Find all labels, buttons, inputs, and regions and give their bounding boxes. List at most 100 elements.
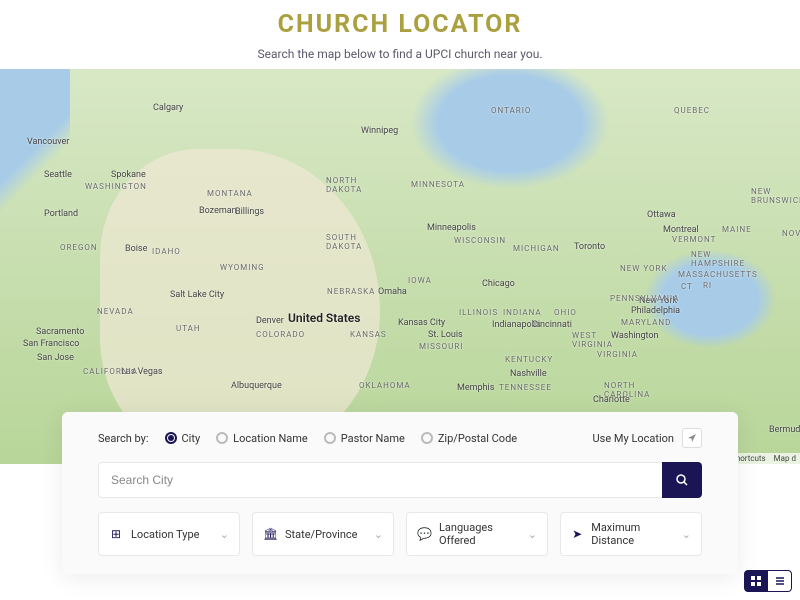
city-label: San Jose <box>37 353 74 363</box>
search-by-radio[interactable]: City <box>165 432 201 445</box>
search-panel: Search by: CityLocation NamePastor NameZ… <box>62 412 738 574</box>
city-label: Ottawa <box>647 210 676 220</box>
region-label: NEWBRUNSWICK <box>751 187 800 205</box>
building-icon: 🏛 <box>263 527 277 541</box>
search-by-radio[interactable]: Zip/Postal Code <box>421 432 517 445</box>
region-label: IDAHO <box>152 247 181 256</box>
page-title: CHURCH LOCATOR <box>0 10 800 39</box>
list-icon <box>774 575 786 587</box>
city-label: Salt Lake City <box>170 290 224 300</box>
city-label: Denver <box>256 316 284 326</box>
city-label: Spokane <box>111 170 146 180</box>
city-label: Washington <box>611 331 659 341</box>
list-view-button[interactable] <box>768 570 792 592</box>
chevron-down-icon: ⌄ <box>220 528 229 541</box>
region-label: OHIO <box>554 308 577 317</box>
region-label: ONTARIO <box>491 106 531 115</box>
city-label: Calgary <box>153 103 183 113</box>
city-label: Seattle <box>44 170 72 180</box>
city-label: Sacramento <box>36 327 84 337</box>
page-header: CHURCH LOCATOR Search the map below to f… <box>0 0 800 69</box>
region-label: WASHINGTON <box>85 182 147 191</box>
city-label: Toronto <box>574 242 605 252</box>
filter-dropdown[interactable]: ⊞ Location Type ⌄ <box>98 512 240 556</box>
region-label: CT <box>681 282 693 291</box>
radio-label: Location Name <box>233 432 308 445</box>
search-button[interactable] <box>662 462 702 498</box>
use-my-location-button[interactable] <box>682 428 702 448</box>
search-icon <box>675 473 689 487</box>
region-label: NEVADA <box>97 307 134 316</box>
region-label: RI <box>703 281 712 290</box>
city-label: Nashville <box>510 369 547 379</box>
city-label: St. Louis <box>428 330 463 340</box>
region-label: VIRGINIA <box>597 350 638 359</box>
map-data-link[interactable]: Map d <box>774 454 796 463</box>
city-label: Vancouver <box>27 137 69 147</box>
region-label: CALIFORNIA <box>83 367 138 376</box>
filter-label: Maximum Distance <box>591 521 674 547</box>
water-shape <box>0 69 70 259</box>
region-label: MINNESOTA <box>411 180 465 189</box>
country-label: United States <box>288 311 360 325</box>
radio-label: Zip/Postal Code <box>438 432 517 445</box>
arrow-icon: ➤ <box>571 527 583 541</box>
region-label: KENTUCKY <box>505 355 553 364</box>
water-shape <box>370 69 650 249</box>
city-label: Winnipeg <box>361 126 398 136</box>
radio-dot-icon <box>165 432 177 444</box>
region-label: COLORADO <box>256 330 305 339</box>
grid-icon <box>750 575 762 587</box>
region-label: VERMONT <box>672 235 716 244</box>
region-label: KANSAS <box>350 330 387 339</box>
city-label: Kansas City <box>398 318 445 328</box>
radio-dot-icon <box>421 432 433 444</box>
region-label: SOUTHDAKOTA <box>326 233 362 251</box>
search-by-radio[interactable]: Pastor Name <box>324 432 405 445</box>
grid-view-button[interactable] <box>744 570 768 592</box>
region-label: TENNESSEE <box>499 383 552 392</box>
city-label: Montreal <box>663 225 699 235</box>
region-label: ILLINOIS <box>459 308 498 317</box>
region-label: NOVA S <box>782 229 800 238</box>
city-label: Portland <box>44 209 78 219</box>
city-label: San Francisco <box>23 339 79 349</box>
city-label: Bozeman <box>199 206 237 216</box>
radio-label: Pastor Name <box>341 432 405 445</box>
region-label: UTAH <box>176 324 201 333</box>
region-label: OKLAHOMA <box>359 381 411 390</box>
city-label: Boise <box>125 244 147 254</box>
filter-dropdown[interactable]: 🏛State/Province⌄ <box>252 512 394 556</box>
filter-dropdown[interactable]: 💬 Languages Offered ⌄ <box>406 512 548 556</box>
region-label: MONTANA <box>207 189 253 198</box>
search-input[interactable] <box>98 462 662 498</box>
filter-label: Location Type <box>131 528 199 541</box>
chevron-down-icon: ⌄ <box>528 528 537 541</box>
filter-dropdown[interactable]: ➤ Maximum Distance ⌄ <box>560 512 702 556</box>
region-label: MARYLAND <box>621 318 671 327</box>
region-label: MAINE <box>722 225 752 234</box>
view-toggle <box>744 570 792 592</box>
chat-icon: 💬 <box>417 527 431 541</box>
city-label: Billings <box>235 207 264 217</box>
region-label: WYOMING <box>220 263 265 272</box>
grid-icon: ⊞ <box>109 527 123 541</box>
search-by-radio[interactable]: Location Name <box>216 432 308 445</box>
radio-label: City <box>182 432 201 445</box>
region-label: MASSACHUSETTS <box>678 270 758 279</box>
region-label: PENNSYLVANIA <box>610 294 679 303</box>
city-label: Cincinnati <box>532 320 572 330</box>
city-label: Memphis <box>457 383 494 393</box>
city-label: Minneapolis <box>427 223 476 233</box>
region-label: MICHIGAN <box>513 244 560 253</box>
region-label: NEW YORK <box>620 264 667 273</box>
location-arrow-icon <box>687 433 697 443</box>
chevron-down-icon: ⌄ <box>682 528 691 541</box>
region-label: INDIANA <box>503 308 542 317</box>
filter-label: State/Province <box>285 528 358 541</box>
filter-label: Languages Offered <box>439 521 520 547</box>
search-by-group: Search by: CityLocation NamePastor NameZ… <box>98 432 517 445</box>
city-label: Chicago <box>482 279 515 289</box>
map-canvas[interactable]: Calgary Vancouver Seattle Spokane Portland Bo… <box>0 69 800 464</box>
region-label: WISCONSIN <box>454 236 506 245</box>
